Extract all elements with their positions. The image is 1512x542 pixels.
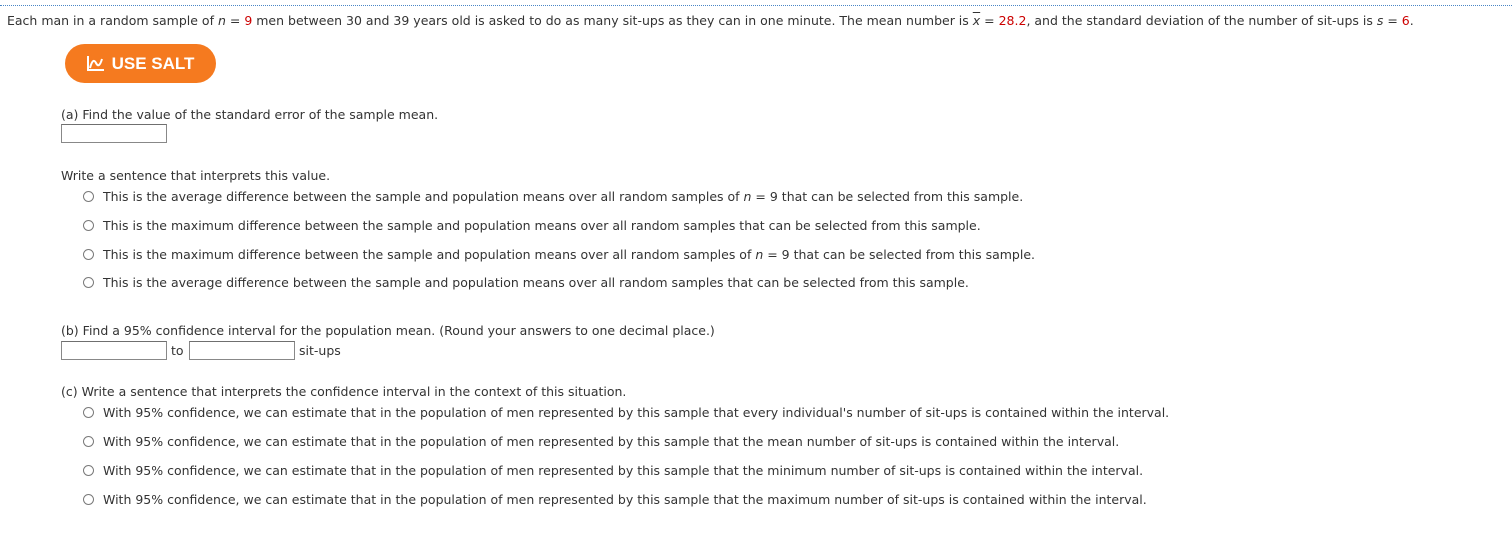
equals-sign: =	[1383, 13, 1402, 28]
part-a-question: (a) Find the value of the standard error…	[61, 107, 439, 122]
standard-error-input[interactable]	[61, 124, 167, 143]
equals-sign: =	[225, 13, 245, 28]
part-c-question: (c) Write a sentence that interprets the…	[61, 384, 627, 399]
ci-upper-input[interactable]	[189, 341, 295, 360]
part-a-option-2[interactable]: This is the maximum difference between t…	[83, 218, 981, 233]
equals-sign: =	[980, 13, 999, 28]
option-text-main: This is the maximum difference between t…	[103, 247, 756, 262]
radio-button[interactable]	[83, 249, 94, 260]
radio-button[interactable]	[83, 191, 94, 202]
use-salt-button[interactable]: USE SALT	[65, 44, 216, 83]
option-text: With 95% confidence, we can estimate tha…	[103, 463, 1144, 478]
option-text: With 95% confidence, we can estimate tha…	[103, 434, 1120, 449]
top-divider	[0, 5, 1512, 6]
radio-button[interactable]	[83, 407, 94, 418]
option-text: With 95% confidence, we can estimate tha…	[103, 492, 1147, 507]
option-text: This is the maximum difference between t…	[103, 247, 1035, 262]
intro-middle: men between 30 and 39 years old is asked…	[252, 13, 973, 28]
option-text: This is the average difference between t…	[103, 189, 1023, 204]
intro-end: .	[1409, 13, 1414, 28]
ci-lower-input[interactable]	[61, 341, 167, 360]
part-c-option-2[interactable]: With 95% confidence, we can estimate tha…	[83, 434, 1119, 449]
option-text-tail: = 9 that can be selected from this sampl…	[751, 189, 1024, 204]
intro-after-mean: , and the standard deviation of the numb…	[1026, 13, 1377, 28]
part-a-option-1[interactable]: This is the average difference between t…	[83, 189, 1023, 204]
part-c-option-3[interactable]: With 95% confidence, we can estimate tha…	[83, 463, 1143, 478]
sd-value: 6	[1401, 13, 1410, 28]
option-text-tail: = 9 that can be selected from this sampl…	[763, 247, 1036, 262]
radio-button[interactable]	[83, 494, 94, 505]
option-text: This is the average difference between t…	[103, 275, 969, 290]
use-salt-label: USE SALT	[111, 53, 195, 73]
to-label: to	[171, 343, 184, 358]
n-symbol: n	[217, 13, 226, 28]
mean-value: 28.2	[998, 13, 1027, 28]
part-a-interpret-prompt: Write a sentence that interprets this va…	[61, 168, 331, 183]
unit-label: sit-ups	[299, 343, 341, 358]
part-a-option-4[interactable]: This is the average difference between t…	[83, 275, 969, 290]
option-text: With 95% confidence, we can estimate tha…	[103, 405, 1170, 420]
radio-button[interactable]	[83, 220, 94, 231]
option-text-main: This is the average difference between t…	[103, 189, 744, 204]
radio-button[interactable]	[83, 436, 94, 447]
problem-statement: Each man in a random sample of n = 9 men…	[7, 13, 1414, 28]
intro-prefix: Each man in a random sample of	[7, 13, 218, 28]
part-c-option-1[interactable]: With 95% confidence, we can estimate tha…	[83, 405, 1169, 420]
chart-line-icon	[86, 55, 105, 72]
part-c-option-4[interactable]: With 95% confidence, we can estimate tha…	[83, 492, 1147, 507]
radio-button[interactable]	[83, 277, 94, 288]
option-text: This is the maximum difference between t…	[103, 218, 981, 233]
radio-button[interactable]	[83, 465, 94, 476]
part-a-option-3[interactable]: This is the maximum difference between t…	[83, 247, 1035, 262]
part-b-question: (b) Find a 95% confidence interval for t…	[61, 323, 715, 338]
